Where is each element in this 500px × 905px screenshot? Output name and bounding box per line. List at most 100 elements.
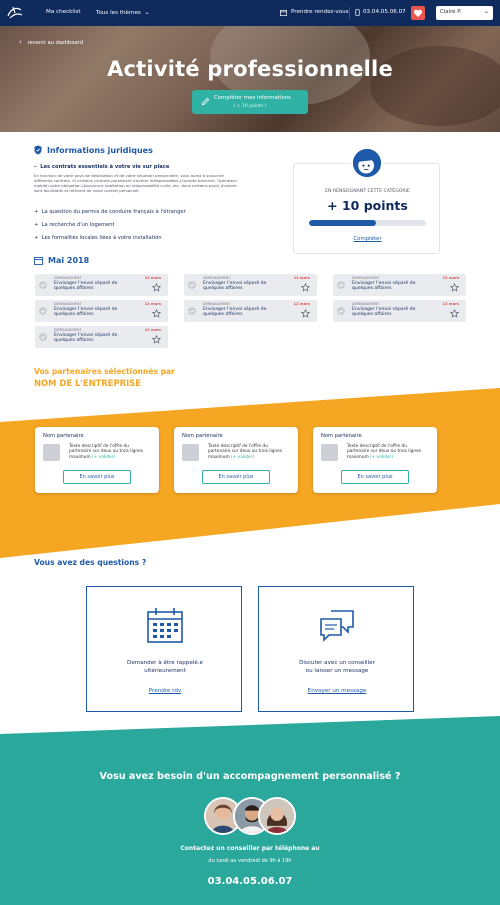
check-circle-icon[interactable] [188, 307, 196, 315]
partner-validate-link[interactable]: (+ valider) [231, 455, 254, 460]
task-category: DEMENAGEMENT [54, 302, 82, 306]
task-card[interactable]: DEMENAGEMENT Envisager l'envoi séparé de … [35, 274, 168, 296]
partner-name: Nom partenaire [43, 433, 84, 439]
support-phone[interactable]: 03.04.05.06.07 [0, 876, 500, 887]
task-date: 12 mars [293, 302, 310, 306]
calendar-icon [147, 608, 183, 643]
star-icon[interactable] [450, 309, 459, 318]
legal-item-license[interactable]: + La question du permis de conduire fran… [34, 209, 186, 215]
task-category: DEMENAGEMENT [54, 276, 82, 280]
chevron-down-icon: ⌄ [483, 8, 489, 15]
partner-logo [43, 444, 60, 461]
partners-company: NOM DE L'ENTREPRISE [34, 378, 141, 388]
check-circle-icon[interactable] [39, 333, 47, 341]
support-title: Vosu avez besoin d'un accompagnement per… [99, 771, 401, 782]
task-card[interactable]: DEMENAGEMENT Envisager l'envoi séparé de … [35, 326, 168, 348]
task-card[interactable]: DEMENAGEMENT Envisager l'envoi séparé de … [333, 300, 466, 322]
partner-logo [321, 444, 338, 461]
partner-more-button[interactable]: En savoir plus [341, 470, 409, 484]
legal-item-description: En fonction de votre pays de destination… [34, 173, 238, 194]
points-progress-bar [309, 220, 426, 226]
task-card[interactable]: DEMENAGEMENT Envisager l'envoi séparé de … [184, 300, 317, 322]
legal-item-contracts[interactable]: – Les contrats essentiels à votre vie su… [34, 164, 169, 170]
partner-logo [182, 444, 199, 461]
partner-validate-link[interactable]: (+ valider) [92, 455, 115, 460]
calendar-icon [280, 9, 287, 16]
star-icon[interactable] [301, 283, 310, 292]
calendar-icon [34, 257, 43, 265]
check-circle-icon[interactable] [188, 281, 196, 289]
task-card[interactable]: DEMENAGEMENT Envisager l'envoi séparé de … [184, 274, 317, 296]
task-date: 12 mars [144, 276, 161, 280]
star-icon[interactable] [450, 283, 459, 292]
task-date: 12 mars [442, 276, 459, 280]
legal-item-label: La question du permis de conduire frança… [41, 209, 186, 215]
logo-icon[interactable] [5, 4, 25, 22]
chat-card[interactable]: Discuter avec un conseiller ou laisser u… [258, 586, 414, 712]
user-name: Claire P. [440, 9, 462, 15]
favorites-button[interactable] [411, 6, 425, 20]
user-select[interactable]: Claire P. ⌄ [436, 6, 493, 20]
task-title: Envisager l'envoi séparé de quelques aff… [352, 307, 416, 317]
back-to-dashboard-link[interactable]: ‹ revenir au dashboard [19, 38, 83, 46]
points-progress-fill [309, 220, 376, 226]
partner-name: Nom partenaire [182, 433, 223, 439]
questions-title: Vous avez des questions ? [34, 558, 147, 567]
month-title: Mai 2018 [48, 256, 90, 265]
star-icon[interactable] [301, 309, 310, 318]
star-icon[interactable] [152, 309, 161, 318]
check-circle-icon[interactable] [39, 307, 47, 315]
task-category: DEMENAGEMENT [54, 328, 82, 332]
legal-item-label: La recherche d'un logement [41, 222, 115, 228]
complete-info-button[interactable]: Compléter mes informations ( + 10 points… [192, 90, 308, 114]
legal-title: Informations juridiques [47, 146, 153, 155]
points-value: + 10 points [327, 198, 408, 213]
partner-card: Nom partenaire Texte descriptif de l'offr… [313, 427, 437, 493]
task-category: DEMENAGEMENT [352, 302, 380, 306]
check-circle-icon[interactable] [337, 307, 345, 315]
partner-description: Texte descriptif de l'offre du partenair… [347, 444, 429, 460]
points-complete-link[interactable]: Compléter [294, 236, 441, 242]
nav-phone[interactable]: 03.04.05.06.07 [363, 9, 406, 15]
callback-card[interactable]: Demander à être rappelé.e ultérieurement… [86, 586, 242, 712]
task-date: 12 mars [293, 276, 310, 280]
chat-line1: Discuter avec un conseiller [299, 660, 375, 666]
partner-card: Nom partenaire Texte descriptif de l'offr… [35, 427, 159, 493]
task-card[interactable]: DEMENAGEMENT Envisager l'envoi séparé de … [333, 274, 466, 296]
callback-text: Demander à être rappelé.e ultérieurement [87, 660, 243, 676]
partner-description: Texte descriptif de l'offre du partenair… [69, 444, 151, 460]
nav-themes-menu[interactable]: Tous les thèmes ⌄ [96, 9, 150, 16]
partner-more-button[interactable]: En savoir plus [202, 470, 270, 484]
partner-more-button[interactable]: En savoir plus [63, 470, 131, 484]
nav-appointment-link[interactable]: Prendre rendez-vous [291, 9, 349, 15]
nav-checklist-link[interactable]: Ma checklist [46, 9, 81, 15]
callback-line2: ultérieurement [144, 667, 186, 674]
legal-item-housing[interactable]: + La recherche d'un logement [34, 222, 115, 228]
task-title: Envisager l'envoi séparé de quelques aff… [352, 281, 416, 291]
heart-icon [413, 9, 423, 17]
chat-bubbles-icon [320, 610, 354, 642]
task-card[interactable]: DEMENAGEMENT Envisager l'envoi séparé de … [35, 300, 168, 322]
star-icon[interactable] [152, 335, 161, 344]
task-category: DEMENAGEMENT [352, 276, 380, 280]
avatar-face-icon [353, 149, 381, 177]
points-card: EN RENSEIGNANT CETTE CATÉGORIE + 10 poin… [293, 147, 441, 254]
book-appointment-link[interactable]: Prendre rdv [87, 688, 243, 694]
check-circle-icon[interactable] [337, 281, 345, 289]
hero-banner: ‹ revenir au dashboard Activité professi… [0, 26, 500, 132]
legal-item-formalities[interactable]: + Les formalités locales liées à votre i… [34, 235, 162, 241]
send-message-link[interactable]: Envoyer un message [259, 688, 415, 694]
task-title: Envisager l'envoi séparé de quelques aff… [54, 333, 118, 343]
task-title: Envisager l'envoi séparé de quelques aff… [54, 307, 118, 317]
partners-title: Vos partenaires sélectionnés par [34, 367, 175, 376]
task-date: 12 mars [144, 302, 161, 306]
page: Ma checklist Tous les thèmes ⌄ Prendre r… [0, 0, 500, 905]
check-circle-icon[interactable] [39, 281, 47, 289]
advisor-avatar [258, 797, 296, 835]
complete-info-label: Compléter mes informations [214, 95, 291, 101]
partner-validate-link[interactable]: (+ valider) [370, 455, 393, 460]
points-label: EN RENSEIGNANT CETTE CATÉGORIE [325, 189, 410, 194]
star-icon[interactable] [152, 283, 161, 292]
chevron-down-icon: ⌄ [144, 9, 150, 16]
legal-item-label: Les contrats essentiels à votre vie sur … [40, 164, 170, 170]
